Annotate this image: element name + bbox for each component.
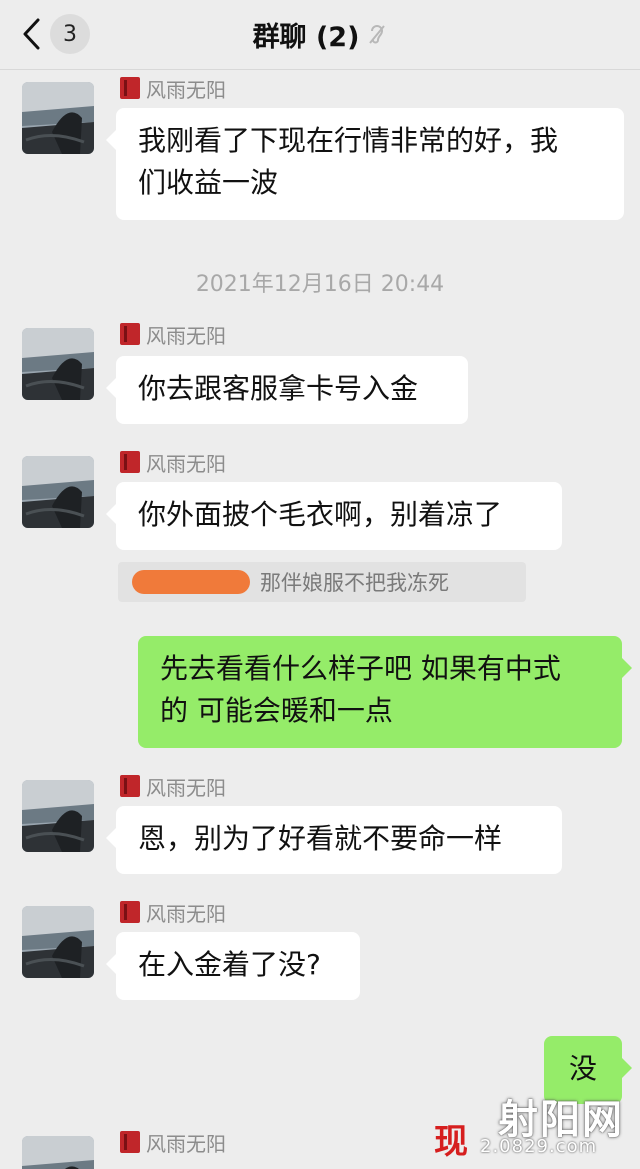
- message-line: 在入金着了没?: [138, 948, 321, 981]
- watermark: 射阳网 现 2.0829.com: [434, 1087, 634, 1163]
- message-line: 你去跟客服拿卡号入金: [138, 372, 419, 405]
- flag-icon: [120, 1131, 140, 1153]
- title-area[interactable]: 群聊 (2): [0, 14, 640, 54]
- sender-name: 风雨无阳: [120, 448, 226, 476]
- sent-message-bubble[interactable]: 先去看看什么样子吧 如果有中式 的 可能会暖和一点: [138, 636, 632, 748]
- chat-header: 3 群聊 (2): [0, 0, 640, 70]
- message-line: 恩，别为了好看就不要命一样: [138, 822, 503, 855]
- message-line: 先去看看什么样子吧 如果有中式: [160, 652, 561, 685]
- flag-icon: [120, 323, 140, 345]
- message-line: 没: [568, 1052, 597, 1085]
- message-line: 们收益一波: [138, 166, 279, 199]
- flag-icon: [120, 901, 140, 923]
- message-bubble[interactable]: 你外面披个毛衣啊，别着凉了: [106, 482, 562, 550]
- message-line: 的 可能会暖和一点: [160, 694, 393, 727]
- message-bubble[interactable]: 在入金着了没?: [106, 932, 360, 1000]
- message-line: 你外面披个毛衣啊，别着凉了: [138, 498, 503, 531]
- sender-name: 风雨无阳: [120, 1128, 226, 1156]
- watermark-url: 2.0829.com: [480, 1136, 598, 1157]
- message-bubble[interactable]: 我刚看了下现在行情非常的好，我 们收益一波: [106, 108, 624, 220]
- avatar[interactable]: [22, 456, 94, 528]
- flag-icon: [120, 775, 140, 797]
- message-bubble[interactable]: 恩，别为了好看就不要命一样: [106, 806, 562, 874]
- avatar[interactable]: [22, 328, 94, 400]
- avatar[interactable]: [22, 1136, 94, 1169]
- message-bubble[interactable]: 你去跟客服拿卡号入金: [106, 356, 468, 424]
- avatar[interactable]: [22, 82, 94, 154]
- timestamp: 2021年12月16日 20:44: [195, 272, 445, 297]
- quote-text: 那伴娘服不把我冻死: [260, 571, 449, 595]
- watermark-logo: 现: [434, 1122, 468, 1162]
- avatar[interactable]: [22, 780, 94, 852]
- sender-name: 风雨无阳: [120, 898, 226, 926]
- message-line: 我刚看了下现在行情非常的好，我: [138, 124, 559, 157]
- sender-name: 风雨无阳: [120, 772, 226, 800]
- chat-title: 群聊 (2): [252, 21, 360, 53]
- sender-name: 风雨无阳: [120, 74, 226, 102]
- flag-icon: [120, 77, 140, 99]
- sender-name: 风雨无阳: [120, 320, 226, 348]
- avatar[interactable]: [22, 906, 94, 978]
- quoted-message[interactable]: 那伴娘服不把我冻死: [118, 562, 526, 602]
- redaction-mark: [132, 570, 250, 594]
- flag-icon: [120, 451, 140, 473]
- ear-mute-icon: [367, 23, 387, 45]
